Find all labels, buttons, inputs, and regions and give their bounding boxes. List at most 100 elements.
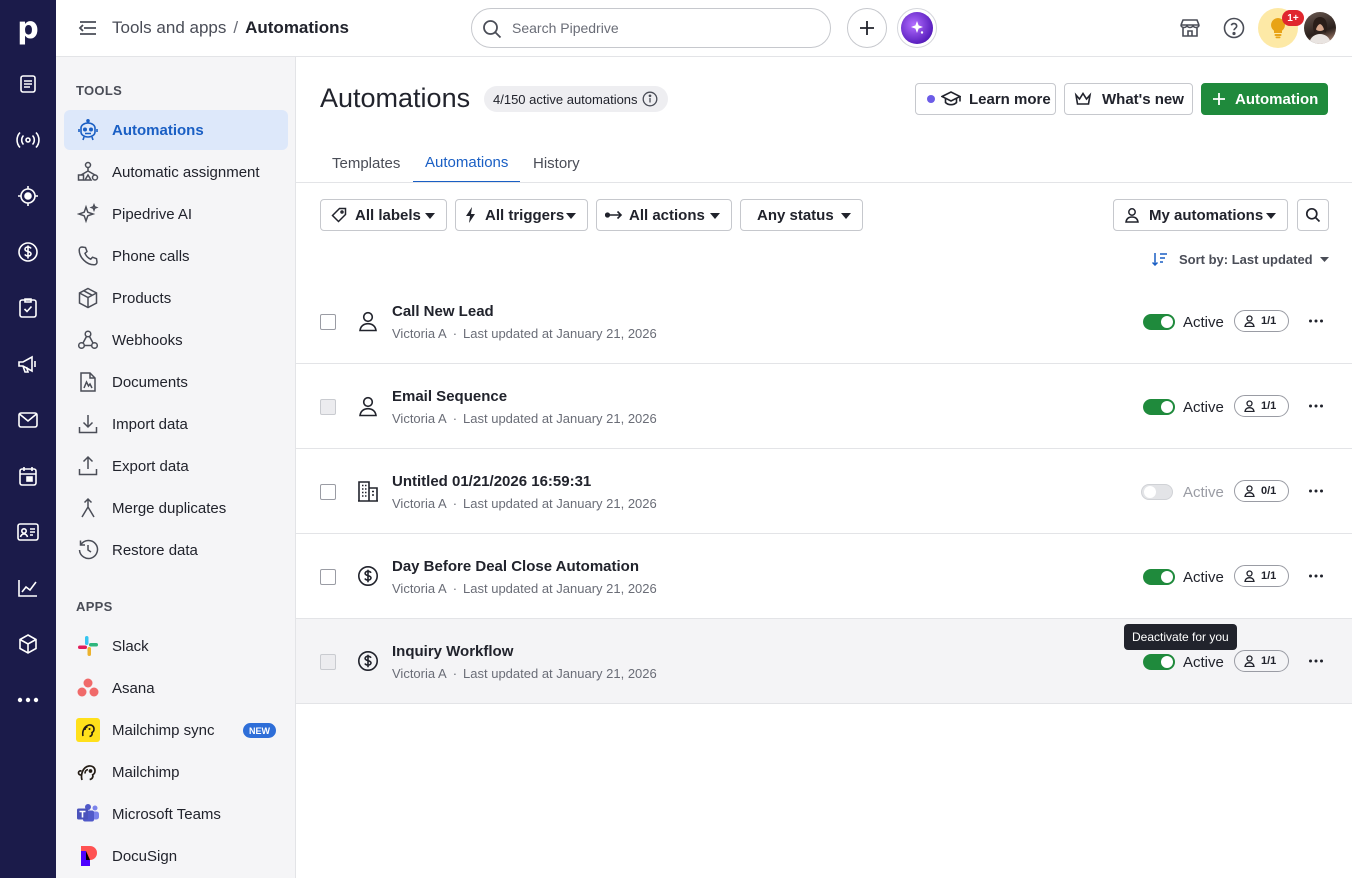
more-options-icon[interactable] [1308, 653, 1324, 669]
sidebar-item-docusign[interactable]: DocuSign [64, 836, 288, 876]
toggle-tooltip: Deactivate for you [1124, 624, 1237, 650]
automation-name[interactable]: Inquiry Workflow [392, 643, 513, 660]
sidebar-item-label: Automatic assignment [112, 163, 260, 181]
sidebar-item-automatic-assignment[interactable]: Automatic assignment [64, 152, 288, 192]
owner-name: Victoria A [392, 411, 447, 426]
leads-icon[interactable] [0, 64, 56, 104]
row-checkbox[interactable] [320, 484, 336, 500]
marketplace-store-icon[interactable] [1178, 16, 1202, 40]
sidebar-item-webhooks[interactable]: Webhooks [64, 320, 288, 360]
actions-filter-label: All actions [629, 206, 705, 224]
whats-new-button[interactable]: What's new [1064, 83, 1193, 115]
campaigns-megaphone-icon[interactable] [0, 344, 56, 384]
labels-filter[interactable]: All labels [320, 199, 447, 231]
sidebar-item-products[interactable]: Products [64, 278, 288, 318]
info-icon[interactable] [642, 91, 658, 107]
sharing-badge[interactable]: 1/1 [1234, 650, 1289, 672]
sidebar-item-pipedrive-ai[interactable]: Pipedrive AI [64, 194, 288, 234]
automation-name[interactable]: Call New Lead [392, 303, 494, 320]
tab-templates[interactable]: Templates [320, 143, 412, 183]
quick-add-button[interactable] [847, 8, 887, 48]
more-options-icon[interactable] [1308, 568, 1324, 584]
sidebar-item-phone-calls[interactable]: Phone calls [64, 236, 288, 276]
list-search-button[interactable] [1297, 199, 1329, 231]
last-updated: Last updated at January 21, 2026 [463, 326, 657, 341]
breadcrumb-parent[interactable]: Tools and apps [112, 18, 226, 37]
more-apps-icon[interactable] [0, 680, 56, 720]
ai-assistant-button[interactable] [897, 8, 937, 48]
owner-filter[interactable]: My automations [1113, 199, 1288, 231]
sidebar-item-merge-duplicates[interactable]: Merge duplicates [64, 488, 288, 528]
actions-filter[interactable]: All actions [596, 199, 732, 231]
tab-history[interactable]: History [521, 143, 592, 183]
sharing-badge[interactable]: 1/1 [1234, 310, 1289, 332]
user-avatar[interactable] [1304, 12, 1336, 44]
sidebar-item-mailchimp-sync[interactable]: Mailchimp sync NEW [64, 710, 288, 750]
sharing-badge[interactable]: 0/1 [1234, 480, 1289, 502]
sidebar-item-restore-data[interactable]: Restore data [64, 530, 288, 570]
status-label: Active [1183, 654, 1224, 671]
person-icon [359, 396, 377, 417]
automation-row[interactable]: Day Before Deal Close Automation Victori… [296, 534, 1352, 619]
status-filter[interactable]: Any status [740, 199, 863, 231]
sidebar-item-mailchimp[interactable]: Mailchimp [64, 752, 288, 792]
collapse-menu-icon[interactable] [76, 16, 100, 40]
automation-name[interactable]: Email Sequence [392, 388, 507, 405]
sidebar-item-import-data[interactable]: Import data [64, 404, 288, 444]
row-checkbox[interactable] [320, 654, 336, 670]
search-input[interactable] [512, 18, 812, 38]
more-options-icon[interactable] [1308, 483, 1324, 499]
automation-row[interactable]: Call New Lead Victoria A · Last updated at… [296, 279, 1352, 364]
last-updated: Last updated at January 21, 2026 [463, 581, 657, 596]
sidebar-item-slack[interactable]: Slack [64, 626, 288, 666]
help-question-icon[interactable] [1222, 16, 1246, 40]
active-toggle[interactable] [1141, 484, 1173, 500]
sidebar-item-microsoft-teams[interactable]: Microsoft Teams [64, 794, 288, 834]
products-box-icon[interactable] [0, 624, 56, 664]
calendar-icon[interactable] [0, 456, 56, 496]
person-icon [1244, 315, 1255, 327]
global-search[interactable] [471, 8, 831, 48]
active-toggle[interactable] [1143, 569, 1175, 585]
pipedrive-logo[interactable]: p [0, 0, 56, 56]
row-checkbox[interactable] [320, 314, 336, 330]
sharing-badge[interactable]: 1/1 [1234, 395, 1289, 417]
new-automation-button[interactable]: Automation [1201, 83, 1328, 115]
target-icon[interactable] [0, 176, 56, 216]
sort-control[interactable]: Sort by: Last updated [1152, 250, 1329, 268]
automation-row[interactable]: Email Sequence Victoria A · Last updated a… [296, 364, 1352, 449]
insights-chart-icon[interactable] [0, 568, 56, 608]
plus-icon [860, 21, 874, 35]
caret-down-icon [1319, 256, 1329, 262]
sidebar-item-automations[interactable]: Automations [64, 110, 288, 150]
deals-dollar-icon[interactable] [0, 232, 56, 272]
sidebar-item-label: Restore data [112, 541, 198, 559]
automation-meta: Victoria A · Last updated at January 21, 2… [392, 581, 657, 596]
active-toggle[interactable] [1143, 399, 1175, 415]
sidebar-item-export-data[interactable]: Export data [64, 446, 288, 486]
mail-icon[interactable] [0, 400, 56, 440]
sidebar-item-asana[interactable]: Asana [64, 668, 288, 708]
sharing-badge[interactable]: 1/1 [1234, 565, 1289, 587]
chevron-down-icon [841, 213, 851, 219]
campaigns-broadcast-icon[interactable] [0, 120, 56, 160]
tab-automations[interactable]: Automations [413, 143, 521, 183]
automation-name[interactable]: Day Before Deal Close Automation [392, 558, 639, 575]
more-options-icon[interactable] [1308, 313, 1324, 329]
more-options-icon[interactable] [1308, 398, 1324, 414]
active-toggle[interactable] [1143, 314, 1175, 330]
asana-logo-icon [64, 677, 112, 699]
search-icon [483, 20, 502, 39]
automation-name[interactable]: Untitled 01/21/2026 16:59:31 [392, 473, 591, 490]
sidebar-item-documents[interactable]: Documents [64, 362, 288, 402]
contacts-card-icon[interactable] [0, 512, 56, 552]
activities-clipboard-icon[interactable] [0, 288, 56, 328]
row-checkbox[interactable] [320, 569, 336, 585]
chevron-down-icon [566, 213, 576, 219]
learn-more-button[interactable]: Learn more [915, 83, 1056, 115]
triggers-filter[interactable]: All triggers [455, 199, 588, 231]
tips-lightbulb-button[interactable]: 1+ [1258, 8, 1304, 48]
automation-row[interactable]: Untitled 01/21/2026 16:59:31 Victoria A ·… [296, 449, 1352, 534]
row-checkbox[interactable] [320, 399, 336, 415]
active-toggle[interactable] [1143, 654, 1175, 670]
